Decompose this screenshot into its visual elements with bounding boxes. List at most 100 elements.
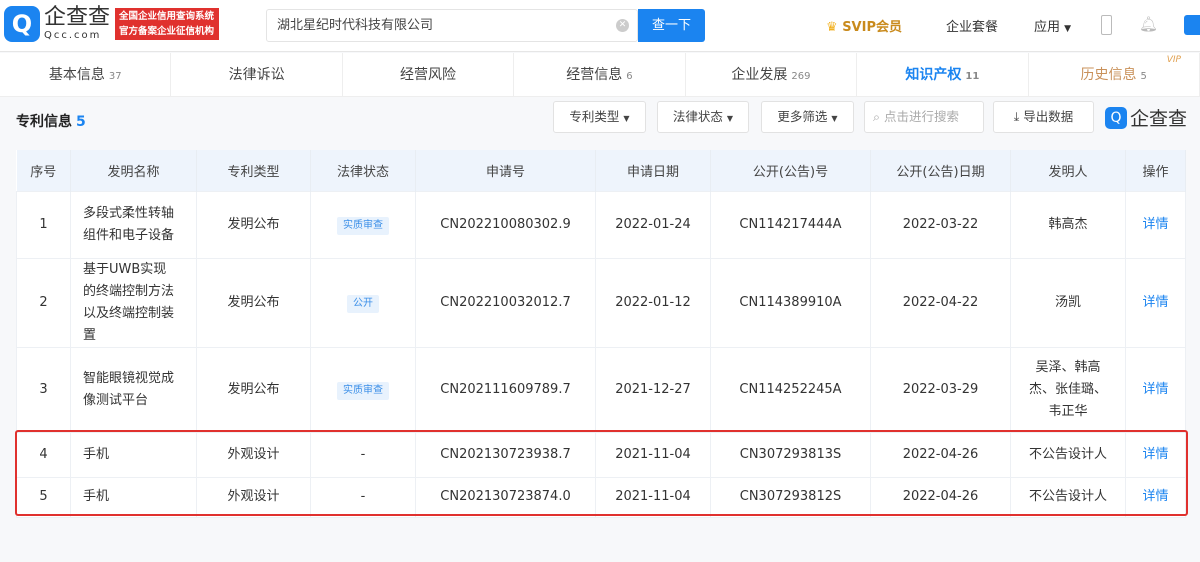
filter-label: 法律状态 — [672, 109, 723, 124]
tab-history[interactable]: 历史信息 5 VIP — [1029, 53, 1200, 96]
details-link[interactable]: 详情 — [1142, 217, 1168, 232]
mobile-icon[interactable] — [1101, 15, 1112, 35]
column-header: 发明人 — [1010, 150, 1126, 191]
application-date-cell: 2022-01-12 — [595, 257, 711, 348]
application-date-cell: 2021-12-27 — [595, 346, 711, 433]
patent-type-cell: 发明公布 — [196, 346, 311, 433]
patent-type: 外观设计 — [227, 489, 280, 504]
column-header: 公开(公告)日期 — [870, 150, 1011, 191]
inventor: 吴泽、韩高杰、张佳璐、韦正华 — [1028, 359, 1107, 419]
row-number-cell: 4 — [16, 431, 71, 478]
column-header: 操作 — [1125, 150, 1186, 191]
publication-date: 2022-04-26 — [902, 446, 979, 462]
row-number: 5 — [39, 489, 48, 504]
enterprise-package-link[interactable]: 企业套餐 — [946, 16, 998, 35]
section-title: 专利信息 5 — [16, 111, 86, 131]
legal-status: 公开 — [347, 294, 379, 313]
table-search-input[interactable]: ⌕ 点击进行搜索 — [864, 101, 984, 133]
application-date-cell: 2021-11-04 — [595, 476, 711, 518]
tab-label: 知识产权 — [905, 67, 962, 83]
application-date: 2022-01-12 — [615, 294, 691, 310]
apps-menu[interactable]: 应用 ▼ — [1034, 16, 1071, 35]
tab-basic-info[interactable]: 基本信息 37 — [0, 53, 172, 96]
row-number-cell: 1 — [16, 190, 71, 259]
inventor: 不公告设计人 — [1028, 446, 1107, 462]
inventor-cell: 吴泽、韩高杰、张佳璐、韦正华 — [1010, 346, 1126, 433]
column-header: 序号 — [16, 150, 71, 191]
brand-watermark: Q 企查查 — [1105, 104, 1187, 131]
section-title-text: 专利信息 — [16, 114, 72, 130]
publication-number: CN114389910A — [739, 294, 842, 310]
row-number-cell: 3 — [16, 346, 71, 433]
badge-line: 全国企业信用查询系统 — [119, 11, 215, 22]
invention-name-cell: 基于UWB实现的终端控制方法以及终端控制装置 — [70, 257, 197, 348]
publication-date: 2022-04-22 — [902, 294, 979, 310]
application-date-cell: 2021-11-04 — [595, 431, 711, 478]
legal-status: - — [360, 446, 366, 462]
brand-text: 企查查 — [1130, 108, 1188, 130]
publication-number-cell: CN307293812S — [710, 476, 871, 518]
publication-number: CN114252245A — [739, 381, 842, 397]
tab-label: 法律诉讼 — [228, 67, 285, 83]
column-header: 专利类型 — [196, 150, 311, 191]
application-number-cell: CN202130723938.7 — [415, 431, 596, 478]
more-filters[interactable]: 更多筛选 ▼ — [761, 101, 854, 133]
svip-label: SVIP会员 — [842, 20, 902, 35]
tab-risk[interactable]: 经营风险 — [343, 53, 515, 96]
legal-status-filter[interactable]: 法律状态 ▼ — [657, 101, 749, 133]
export-button[interactable]: ⤓ 导出数据 — [993, 101, 1094, 133]
tab-count: 6 — [626, 71, 633, 82]
logo-text: 企查查 — [44, 5, 111, 30]
legal-status-cell: 实质审查 — [310, 190, 416, 259]
tab-operation[interactable]: 经营信息 6 — [514, 53, 686, 96]
application-number: CN202210032012.7 — [440, 294, 571, 310]
patent-type: 外观设计 — [227, 446, 280, 462]
legal-status: - — [360, 489, 366, 504]
publication-number: CN307293812S — [739, 489, 842, 504]
invention-name: 智能眼镜视觉成像测试平台 — [83, 370, 175, 408]
avatar[interactable] — [1184, 15, 1200, 35]
details-link-cell: 详情 — [1125, 346, 1186, 433]
details-link[interactable]: 详情 — [1142, 447, 1168, 462]
search-button[interactable]: 查一下 — [638, 9, 705, 42]
application-date: 2022-01-24 — [615, 216, 691, 232]
tab-development[interactable]: 企业发展 269 — [686, 53, 858, 96]
details-link-cell: 详情 — [1125, 190, 1186, 259]
filter-label: 更多筛选 — [777, 109, 828, 124]
tab-count: 37 — [108, 71, 122, 82]
details-link-cell: 详情 — [1125, 476, 1186, 518]
tab-label: 经营风险 — [400, 67, 457, 83]
publication-date: 2022-04-26 — [902, 489, 979, 504]
inventor: 韩高杰 — [1048, 216, 1088, 232]
column-header: 公开(公告)号 — [710, 150, 871, 191]
publication-date-cell: 2022-04-22 — [870, 257, 1011, 348]
application-date: 2021-11-04 — [615, 489, 691, 504]
publication-number: CN114217444A — [739, 216, 842, 232]
tab-legal[interactable]: 法律诉讼 — [171, 53, 343, 96]
application-date: 2021-12-27 — [615, 381, 691, 397]
crown-icon: ♛ — [826, 20, 838, 35]
patent-type-cell: 发明公布 — [196, 257, 311, 348]
table-row: 3 智能眼镜视觉成像测试平台 发明公布 实质审查 CN202111609789.7 202… — [16, 346, 1186, 433]
logo[interactable]: Q 企查查 Qcc.com — [4, 6, 110, 42]
legal-status: 实质审查 — [337, 381, 389, 400]
caret-down-icon: ▼ — [623, 114, 630, 123]
publication-date-cell: 2022-03-29 — [870, 346, 1011, 433]
patent-type-filter[interactable]: 专利类型 ▼ — [553, 101, 646, 133]
row-number-cell: 5 — [16, 476, 71, 518]
tab-ip[interactable]: 知识产权 11 — [857, 53, 1029, 96]
publication-number-cell: CN114217444A — [710, 190, 871, 259]
search-input[interactable]: 湖北星纪时代科技有限公司 ✕ — [266, 9, 638, 42]
table-row: 4 手机 外观设计 - CN202130723938.7 2021-11-04 CN3072… — [16, 431, 1186, 478]
row-number-cell: 2 — [16, 257, 71, 348]
column-header: 申请日期 — [595, 150, 711, 191]
clear-icon[interactable]: ✕ — [616, 19, 629, 32]
details-link[interactable]: 详情 — [1142, 382, 1168, 397]
publication-number-cell: CN307293813S — [710, 431, 871, 478]
svip-link[interactable]: ♛ SVIP会员 — [826, 16, 902, 35]
details-link[interactable]: 详情 — [1142, 295, 1168, 310]
bell-icon[interactable]: 🔔︎ — [1139, 15, 1158, 33]
patent-type: 发明公布 — [227, 294, 280, 310]
details-link[interactable]: 详情 — [1142, 489, 1168, 504]
column-header: 申请号 — [415, 150, 596, 191]
